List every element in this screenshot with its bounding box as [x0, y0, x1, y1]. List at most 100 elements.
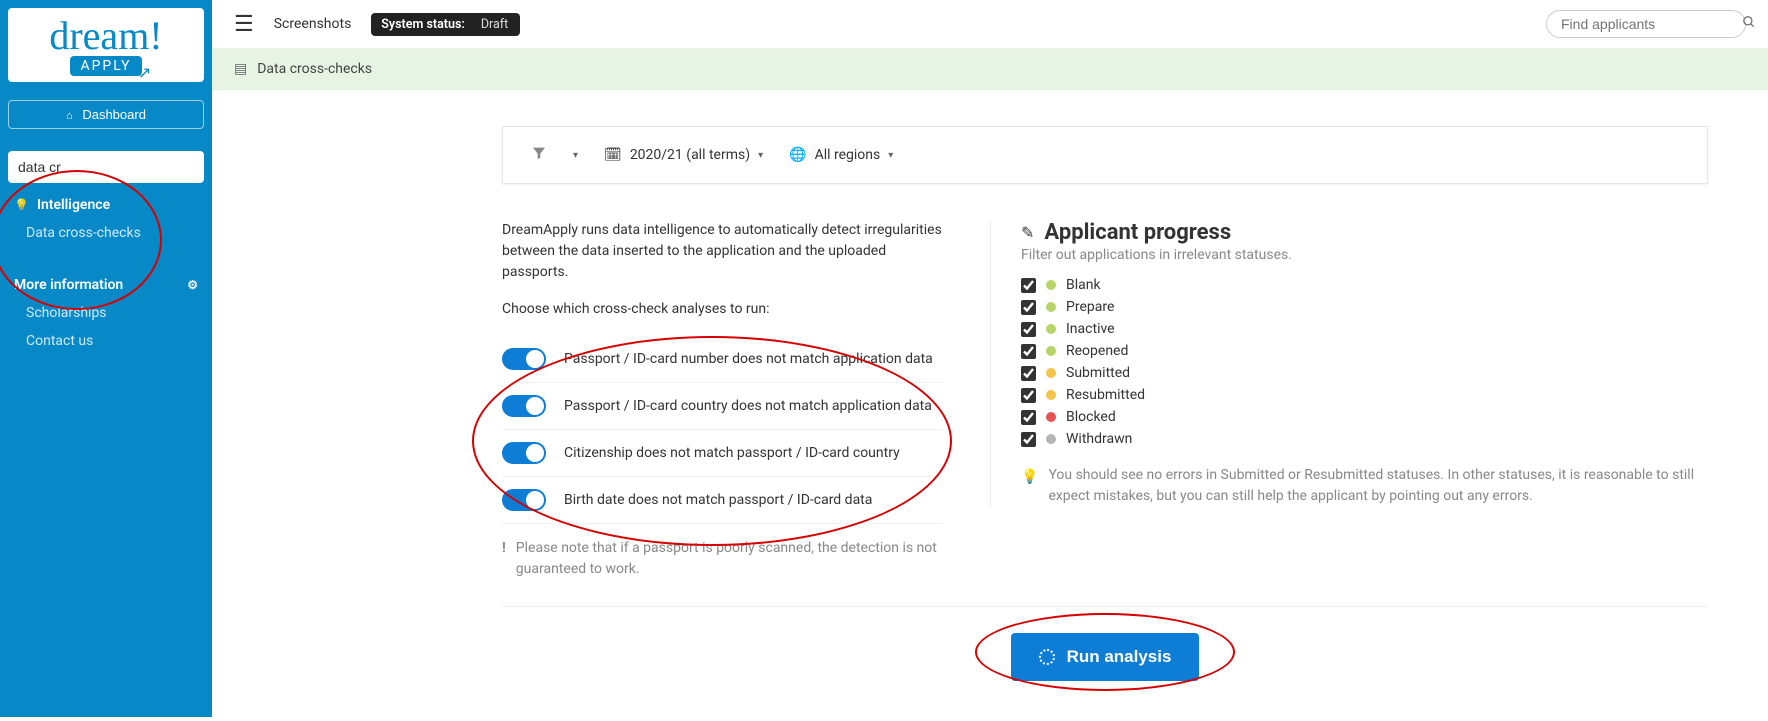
- chevron-down-icon: ▾: [888, 150, 893, 161]
- status-dot-icon: [1046, 280, 1056, 290]
- status-checkbox[interactable]: [1021, 366, 1036, 381]
- status-checkbox[interactable]: [1021, 410, 1036, 425]
- status-label: Withdrawn: [1066, 431, 1132, 447]
- status-row: Prepare: [1021, 299, 1708, 315]
- status-dot-icon: [1046, 434, 1056, 444]
- globe-icon: 🌐: [789, 147, 806, 163]
- status-checkbox[interactable]: [1021, 300, 1036, 315]
- lightbulb-icon: 💡: [14, 198, 29, 212]
- nav-section-intelligence[interactable]: 💡 Intelligence: [8, 183, 204, 219]
- term-dropdown[interactable]: 🗓 2020/21 (all terms) ▾: [604, 147, 763, 163]
- status-list: Blank Prepare Inactive Reopened Submitted Res…: [1021, 277, 1708, 447]
- status-label: Prepare: [1066, 299, 1114, 315]
- sidebar: dream! APPLY ⌂ Dashboard 💡 Intelligence …: [0, 0, 212, 717]
- nav-item-scholarships[interactable]: Scholarships: [8, 299, 204, 327]
- run-analysis-button[interactable]: Run analysis: [1011, 633, 1200, 681]
- region-dropdown[interactable]: 🌐 All regions ▾: [789, 147, 893, 163]
- option-row: Passport / ID-card country does not matc…: [502, 383, 942, 430]
- status-checkbox[interactable]: [1021, 322, 1036, 337]
- status-row: Submitted: [1021, 365, 1708, 381]
- nav-item-data-cross-checks[interactable]: Data cross-checks: [8, 219, 204, 247]
- progress-title: Applicant progress: [1044, 220, 1231, 245]
- status-row: Blank: [1021, 277, 1708, 293]
- sidebar-search-input[interactable]: [8, 151, 204, 183]
- option-row: Citizenship does not match passport / ID…: [502, 430, 942, 477]
- chevron-down-icon: ▾: [758, 150, 763, 161]
- toggle-birthdate[interactable]: [502, 489, 546, 511]
- status-dot-icon: [1046, 412, 1056, 422]
- pencil-icon: ✎: [1021, 223, 1034, 242]
- logo: dream! APPLY: [8, 8, 204, 82]
- status-label: Blank: [1066, 277, 1101, 293]
- status-dot-icon: [1046, 324, 1056, 334]
- choose-text: Choose which cross-check analyses to run…: [502, 299, 942, 320]
- funnel-icon[interactable]: [531, 145, 547, 165]
- system-status-value: Draft: [475, 17, 514, 32]
- exclamation-icon: !: [502, 538, 506, 580]
- option-label: Passport / ID-card country does not matc…: [564, 398, 932, 414]
- option-label: Citizenship does not match passport / ID…: [564, 445, 900, 461]
- option-label: Birth date does not match passport / ID-…: [564, 492, 872, 508]
- dashboard-button[interactable]: ⌂ Dashboard: [8, 100, 204, 129]
- home-icon: ⌂: [66, 110, 73, 122]
- option-row: Passport / ID-card number does not match…: [502, 336, 942, 383]
- find-applicants-input[interactable]: [1561, 16, 1742, 32]
- screenshots-link[interactable]: Screenshots: [274, 16, 352, 32]
- toggle-passport-country[interactable]: [502, 395, 546, 417]
- option-label: Passport / ID-card number does not match…: [564, 351, 933, 367]
- filter-bar: ▾ 🗓 2020/21 (all terms) ▾ 🌐 All regions …: [502, 126, 1708, 184]
- tip-text: You should see no errors in Submitted or…: [1048, 465, 1708, 507]
- content: ▾ 🗓 2020/21 (all terms) ▾ 🌐 All regions …: [212, 90, 1768, 721]
- option-row: Birth date does not match passport / ID-…: [502, 477, 942, 524]
- status-label: Resubmitted: [1066, 387, 1145, 403]
- status-row: Resubmitted: [1021, 387, 1708, 403]
- toggle-citizenship[interactable]: [502, 442, 546, 464]
- toggle-passport-number[interactable]: [502, 348, 546, 370]
- status-dot-icon: [1046, 302, 1056, 312]
- note-text: Please note that if a passport is poorly…: [516, 538, 942, 580]
- sidebar-search: [8, 151, 204, 183]
- status-checkbox[interactable]: [1021, 278, 1036, 293]
- main: ☰ Screenshots System status: Draft ▤ Dat…: [212, 0, 1768, 717]
- progress-tip: 💡 You should see no errors in Submitted …: [1021, 465, 1708, 507]
- progress-panel: ✎ Applicant progress Filter out applicat…: [990, 220, 1708, 507]
- gear-icon[interactable]: ⚙: [187, 278, 198, 292]
- status-checkbox[interactable]: [1021, 432, 1036, 447]
- calendar-icon: 🗓: [604, 147, 622, 163]
- nav-item-contact-us[interactable]: Contact us: [8, 327, 204, 355]
- status-label: Inactive: [1066, 321, 1115, 337]
- chevron-down-icon[interactable]: ▾: [573, 150, 578, 161]
- scan-note: ! Please note that if a passport is poor…: [502, 538, 942, 580]
- find-applicants[interactable]: [1546, 10, 1746, 38]
- status-checkbox[interactable]: [1021, 388, 1036, 403]
- spinner-icon: [1039, 649, 1055, 665]
- more-info-label: More information: [14, 277, 123, 293]
- status-label: Submitted: [1066, 365, 1130, 381]
- system-status-pill[interactable]: System status: Draft: [371, 13, 520, 36]
- status-label: Reopened: [1066, 343, 1128, 359]
- book-icon: ▤: [234, 61, 247, 77]
- status-row: Withdrawn: [1021, 431, 1708, 447]
- nav-section-more-info: More information ⚙: [8, 247, 204, 299]
- status-checkbox[interactable]: [1021, 344, 1036, 359]
- progress-subtitle: Filter out applications in irrelevant st…: [1021, 247, 1708, 263]
- status-row: Reopened: [1021, 343, 1708, 359]
- status-row: Blocked: [1021, 409, 1708, 425]
- nav-intelligence-label: Intelligence: [37, 197, 110, 213]
- logo-apply-badge: APPLY: [70, 56, 141, 76]
- logo-script: dream!: [20, 16, 192, 56]
- system-status-label: System status:: [381, 17, 465, 32]
- status-label: Blocked: [1066, 409, 1116, 425]
- hamburger-icon[interactable]: ☰: [234, 12, 254, 37]
- status-dot-icon: [1046, 346, 1056, 356]
- breadcrumb: ▤ Data cross-checks: [212, 49, 1768, 90]
- status-row: Inactive: [1021, 321, 1708, 337]
- actions-bar: Run analysis: [502, 606, 1708, 681]
- topbar: ☰ Screenshots System status: Draft: [212, 0, 1768, 49]
- region-label: All regions: [815, 147, 881, 163]
- status-dot-icon: [1046, 368, 1056, 378]
- lightbulb-icon: 💡: [1021, 467, 1038, 507]
- intro-text: DreamApply runs data intelligence to aut…: [502, 220, 942, 283]
- term-label: 2020/21 (all terms): [630, 147, 750, 163]
- breadcrumb-title: Data cross-checks: [257, 61, 372, 77]
